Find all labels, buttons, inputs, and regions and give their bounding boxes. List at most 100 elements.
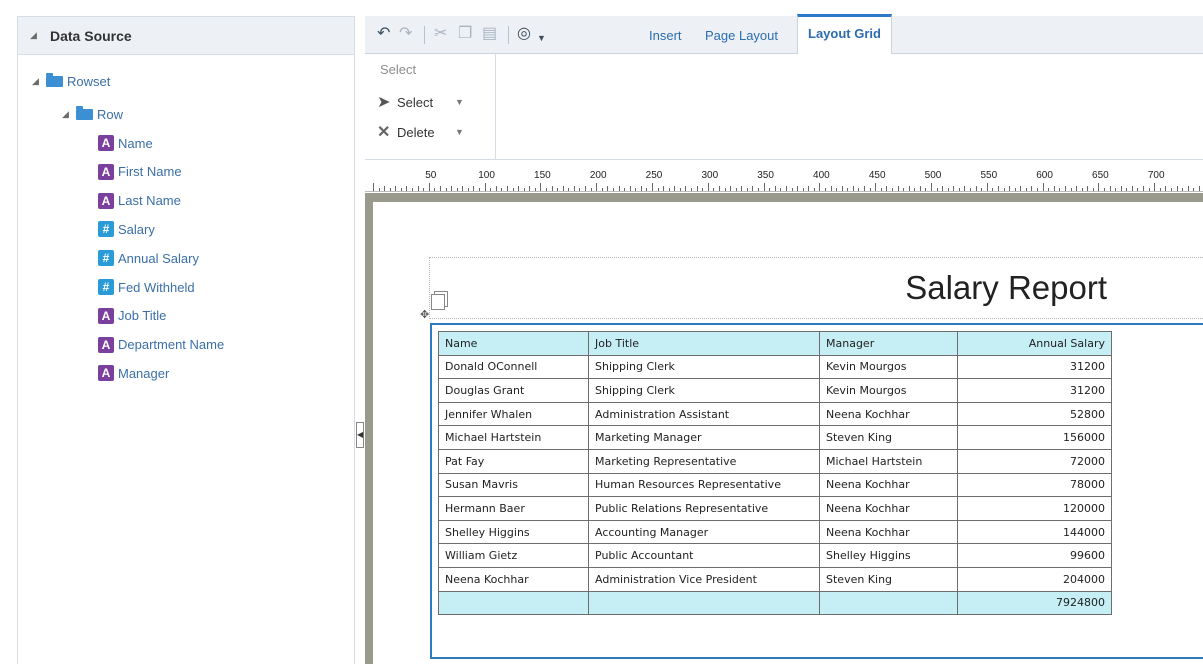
ruler-tick bbox=[919, 186, 921, 191]
table-cell[interactable]: Administration Assistant bbox=[588, 401, 820, 427]
table-cell[interactable]: 72000 bbox=[957, 448, 1112, 474]
collapse-triangle-icon[interactable]: ◢ bbox=[30, 30, 44, 41]
table-cell[interactable]: Marketing Manager bbox=[588, 425, 820, 450]
field-item[interactable]: A Manager bbox=[98, 363, 169, 383]
table-cell[interactable]: Neena Kochhar bbox=[819, 496, 958, 521]
table-cell[interactable]: 204000 bbox=[957, 566, 1112, 592]
table-cell[interactable]: Susan Mavris bbox=[438, 472, 589, 498]
table-copy-icon[interactable] bbox=[431, 294, 445, 310]
column-header[interactable]: Job Title bbox=[588, 331, 820, 356]
paste-icon[interactable]: ▤ bbox=[482, 26, 497, 42]
report-title[interactable]: Salary Report bbox=[905, 269, 1107, 307]
column-header[interactable]: Manager bbox=[819, 331, 958, 356]
table-row[interactable]: Michael Hartstein Marketing Manager Steven… bbox=[438, 425, 1112, 450]
table-row[interactable]: William Gietz Public Accountant Shelley Hi… bbox=[438, 543, 1112, 568]
table-cell[interactable]: 156000 bbox=[957, 425, 1112, 450]
table-cell[interactable]: Accounting Manager bbox=[588, 519, 820, 545]
ruler-tick bbox=[947, 188, 949, 191]
table-cell[interactable]: Kevin Mourgos bbox=[819, 354, 958, 380]
expand-triangle-icon[interactable]: ◢ bbox=[62, 109, 76, 120]
preview-icon[interactable]: ◎ bbox=[517, 26, 531, 42]
tab-layout-grid[interactable]: Layout Grid bbox=[797, 14, 892, 54]
table-cell[interactable] bbox=[438, 590, 589, 616]
ruler-tick bbox=[1131, 186, 1133, 191]
select-button[interactable]: ➤ Select ▼ bbox=[377, 92, 464, 112]
table-cell[interactable]: Shipping Clerk bbox=[588, 378, 820, 403]
field-item[interactable]: A First Name bbox=[98, 162, 182, 182]
table-cell[interactable]: William Gietz bbox=[438, 543, 589, 568]
tab-page-layout[interactable]: Page Layout bbox=[705, 28, 778, 43]
tree-node-rowset[interactable]: ◢ Rowset bbox=[32, 71, 110, 91]
table-row[interactable]: Douglas Grant Shipping Clerk Kevin Mourgos… bbox=[438, 378, 1112, 403]
table-cell[interactable]: 120000 bbox=[957, 496, 1112, 521]
table-cell[interactable]: Steven King bbox=[819, 566, 958, 592]
table-cell[interactable]: Michael Hartstein bbox=[438, 425, 589, 450]
undo-icon[interactable]: ↶ bbox=[377, 26, 390, 42]
table-cell[interactable]: 31200 bbox=[957, 354, 1112, 380]
delete-button[interactable]: ✕ Delete ▼ bbox=[377, 122, 464, 142]
table-cell[interactable]: Pat Fay bbox=[438, 448, 589, 474]
expand-triangle-icon[interactable]: ◢ bbox=[32, 76, 46, 87]
table-row[interactable]: Hermann Baer Public Relations Representat… bbox=[438, 496, 1112, 521]
column-header[interactable]: Annual Salary bbox=[957, 331, 1112, 356]
table-cell[interactable]: Neena Kochhar bbox=[819, 472, 958, 498]
table-row[interactable]: Jennifer Whalen Administration Assistant N… bbox=[438, 401, 1112, 427]
data-source-header[interactable]: ◢ Data Source bbox=[18, 17, 354, 55]
table-cell[interactable]: Steven King bbox=[819, 425, 958, 450]
table-cell[interactable]: Jennifer Whalen bbox=[438, 401, 589, 427]
ruler-tick bbox=[373, 183, 374, 191]
redo-icon[interactable]: ↷ bbox=[399, 26, 412, 42]
table-cell[interactable]: Kevin Mourgos bbox=[819, 378, 958, 403]
table-cell[interactable]: Neena Kochhar bbox=[819, 401, 958, 427]
field-item[interactable]: # Fed Withheld bbox=[98, 277, 195, 297]
salary-table[interactable]: Name Job Title Manager Annual Salary Don… bbox=[438, 331, 1112, 616]
table-cell[interactable]: Donald OConnell bbox=[438, 354, 589, 380]
move-handle-icon[interactable]: ✥ bbox=[420, 308, 429, 321]
table-cell[interactable]: Shelley Higgins bbox=[819, 543, 958, 568]
table-cell[interactable]: Hermann Baer bbox=[438, 496, 589, 521]
table-cell[interactable]: Michael Hartstein bbox=[819, 448, 958, 474]
table-row[interactable]: Neena Kochhar Administration Vice Preside… bbox=[438, 566, 1112, 592]
table-row[interactable]: Shelley Higgins Accounting Manager Neena K… bbox=[438, 519, 1112, 545]
table-total-row[interactable]: 7924800 bbox=[438, 590, 1112, 616]
table-cell[interactable]: Neena Kochhar bbox=[438, 566, 589, 592]
table-cell[interactable] bbox=[588, 590, 820, 616]
table-row[interactable]: Donald OConnell Shipping Clerk Kevin Mourg… bbox=[438, 354, 1112, 380]
table-cell[interactable]: Human Resources Representative bbox=[588, 472, 820, 498]
column-header[interactable]: Name bbox=[438, 331, 589, 356]
table-row[interactable]: Susan Mavris Human Resources Representati… bbox=[438, 472, 1112, 498]
table-cell[interactable]: 78000 bbox=[957, 472, 1112, 498]
table-cell[interactable]: Douglas Grant bbox=[438, 378, 589, 403]
preview-dropdown-icon[interactable]: ▼ bbox=[537, 30, 546, 46]
table-cell[interactable]: Administration Vice President bbox=[588, 566, 820, 592]
table-cell[interactable]: Marketing Representative bbox=[588, 448, 820, 474]
field-item[interactable]: # Annual Salary bbox=[98, 248, 199, 268]
tab-insert[interactable]: Insert bbox=[649, 28, 682, 43]
field-item[interactable]: A Name bbox=[98, 133, 153, 153]
field-item[interactable]: # Salary bbox=[98, 219, 155, 239]
chevron-down-icon[interactable]: ▼ bbox=[455, 97, 464, 107]
table-cell[interactable]: 99600 bbox=[957, 543, 1112, 568]
field-item[interactable]: A Last Name bbox=[98, 191, 181, 211]
title-text-box[interactable]: Salary Report bbox=[429, 257, 1203, 319]
cut-icon[interactable]: ✂ bbox=[434, 26, 447, 42]
table-cell[interactable]: 144000 bbox=[957, 519, 1112, 545]
table-cell[interactable]: Shelley Higgins bbox=[438, 519, 589, 545]
panel-collapse-handle[interactable]: ◀ bbox=[356, 422, 364, 448]
table-cell[interactable]: Public Relations Representative bbox=[588, 496, 820, 521]
tree-node-row[interactable]: ◢ Row bbox=[62, 104, 123, 124]
ruler-label: 600 bbox=[1036, 170, 1053, 181]
data-table-container[interactable]: Name Job Title Manager Annual Salary Don… bbox=[430, 323, 1203, 659]
table-cell[interactable]: 31200 bbox=[957, 378, 1112, 403]
table-row[interactable]: Pat Fay Marketing Representative Michael H… bbox=[438, 448, 1112, 474]
copy-icon[interactable]: ❐ bbox=[458, 26, 472, 42]
table-cell[interactable] bbox=[819, 590, 958, 616]
total-cell[interactable]: 7924800 bbox=[957, 590, 1112, 616]
table-cell[interactable]: Public Accountant bbox=[588, 543, 820, 568]
table-cell[interactable]: Neena Kochhar bbox=[819, 519, 958, 545]
table-cell[interactable]: 52800 bbox=[957, 401, 1112, 427]
field-item[interactable]: A Job Title bbox=[98, 306, 166, 326]
field-item[interactable]: A Department Name bbox=[98, 335, 224, 355]
table-cell[interactable]: Shipping Clerk bbox=[588, 354, 820, 380]
chevron-down-icon[interactable]: ▼ bbox=[455, 127, 464, 137]
